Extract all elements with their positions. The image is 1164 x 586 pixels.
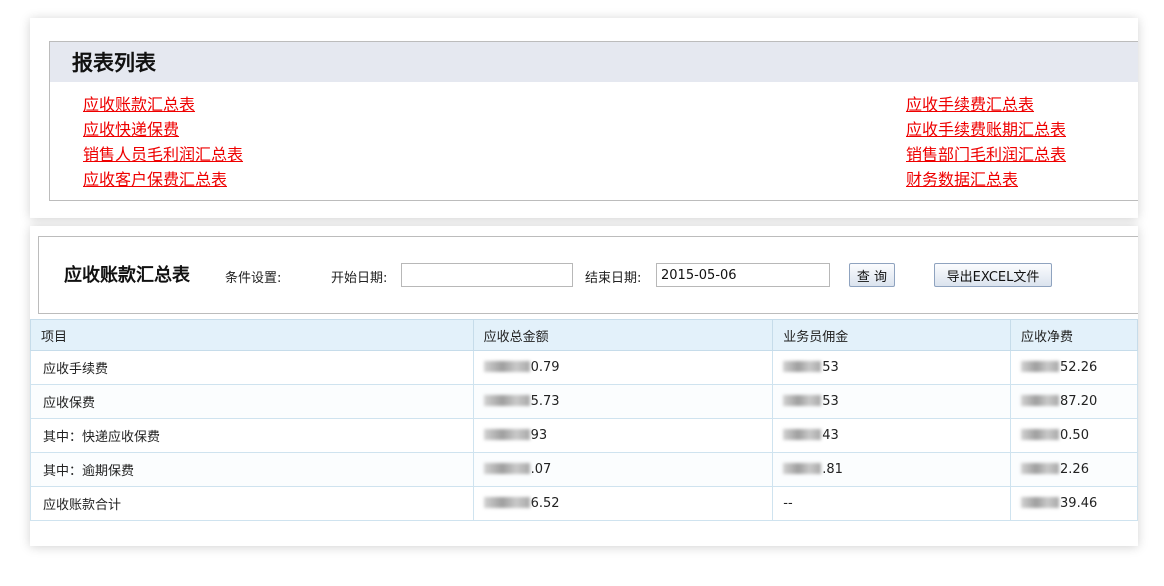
cell-total-value: 5.73 bbox=[530, 394, 560, 409]
cell-net-value: 52.26 bbox=[1060, 360, 1098, 375]
cell-net-value: 87.20 bbox=[1060, 394, 1098, 409]
cell-commission: -- bbox=[772, 486, 1012, 521]
cell-net: 39.46 bbox=[1010, 486, 1138, 521]
redacted-mask bbox=[483, 429, 530, 440]
column-header-total: 应收总金额 bbox=[472, 319, 774, 351]
column-header-item: 项目 bbox=[30, 319, 474, 351]
table-row: 应收账款合计 6.52 -- 39.46 bbox=[30, 486, 1138, 521]
cell-commission-value: .81 bbox=[822, 462, 843, 477]
cell-total-value: 6.52 bbox=[530, 496, 560, 511]
link-express-premium[interactable]: 应收快递保费 bbox=[83, 117, 243, 142]
cell-net: 52.26 bbox=[1010, 350, 1138, 385]
link-customer-premium[interactable]: 应收客户保费汇总表 bbox=[83, 167, 243, 192]
cell-total: .07 bbox=[472, 452, 774, 487]
filter-panel: 应收账款汇总表 条件设置: 开始日期: 结束日期: 查 询 导出EXCEL文件 bbox=[38, 236, 1138, 314]
report-links-right: 应收手续费汇总表 应收手续费账期汇总表 销售部门毛利润汇总表 财务数据汇总表 bbox=[906, 92, 1066, 192]
cell-total: 6.52 bbox=[472, 486, 774, 521]
column-header-commission: 业务员佣金 bbox=[772, 319, 1012, 351]
report-list-title: 报表列表 bbox=[72, 51, 156, 75]
table-header-row: 项目 应收总金额 业务员佣金 应收净费 bbox=[30, 319, 1138, 351]
cell-item: 其中：快递应收保费 bbox=[30, 418, 474, 453]
cell-item: 应收账款合计 bbox=[30, 486, 474, 521]
redacted-mask bbox=[483, 361, 530, 372]
cell-commission: 43 bbox=[772, 418, 1012, 453]
redacted-mask bbox=[483, 463, 530, 474]
cell-total: 0.79 bbox=[472, 350, 774, 385]
receivables-table: 项目 应收总金额 业务员佣金 应收净费 应收手续费 0.79 53 52.26 … bbox=[30, 319, 1138, 521]
cell-net: 2.26 bbox=[1010, 452, 1138, 487]
cell-total: 93 bbox=[472, 418, 774, 453]
redacted-mask bbox=[783, 395, 822, 406]
query-button[interactable]: 查 询 bbox=[849, 263, 895, 287]
cell-net-value: 39.46 bbox=[1060, 496, 1098, 511]
cell-total-value: 0.79 bbox=[530, 360, 560, 375]
redacted-mask bbox=[783, 429, 822, 440]
link-fee-summary[interactable]: 应收手续费汇总表 bbox=[906, 92, 1066, 117]
end-date-input[interactable] bbox=[656, 263, 830, 287]
redacted-mask bbox=[1021, 463, 1060, 474]
link-fee-period-summary[interactable]: 应收手续费账期汇总表 bbox=[906, 117, 1066, 142]
cell-net: 87.20 bbox=[1010, 384, 1138, 419]
report-list-header: 报表列表 bbox=[50, 42, 1138, 82]
cell-total-value: 93 bbox=[530, 428, 548, 443]
cell-net: 0.50 bbox=[1010, 418, 1138, 453]
link-receivables-summary[interactable]: 应收账款汇总表 bbox=[83, 92, 243, 117]
report-list-card: 报表列表 应收账款汇总表 应收快递保费 销售人员毛利润汇总表 应收客户保费汇总表… bbox=[30, 18, 1138, 218]
column-header-net: 应收净费 bbox=[1010, 319, 1138, 351]
link-finance-data[interactable]: 财务数据汇总表 bbox=[906, 167, 1066, 192]
cell-net-value: 0.50 bbox=[1060, 428, 1089, 443]
redacted-mask bbox=[483, 395, 530, 406]
redacted-mask bbox=[1021, 497, 1060, 508]
report-list-panel: 报表列表 应收账款汇总表 应收快递保费 销售人员毛利润汇总表 应收客户保费汇总表… bbox=[49, 41, 1138, 201]
redacted-mask bbox=[783, 463, 822, 474]
report-links-left: 应收账款汇总表 应收快递保费 销售人员毛利润汇总表 应收客户保费汇总表 bbox=[83, 92, 243, 192]
cell-commission-value: 53 bbox=[822, 360, 839, 375]
cell-total-value: .07 bbox=[530, 462, 552, 477]
condition-label: 条件设置: bbox=[225, 271, 282, 286]
cell-total: 5.73 bbox=[472, 384, 774, 419]
redacted-mask bbox=[1021, 429, 1060, 440]
link-salesperson-profit[interactable]: 销售人员毛利润汇总表 bbox=[83, 142, 243, 167]
table-row: 应收保费 5.73 53 87.20 bbox=[30, 384, 1138, 419]
link-department-profit[interactable]: 销售部门毛利润汇总表 bbox=[906, 142, 1066, 167]
export-excel-button[interactable]: 导出EXCEL文件 bbox=[934, 263, 1052, 287]
cell-commission: 53 bbox=[772, 350, 1012, 385]
cell-item: 应收保费 bbox=[30, 384, 474, 419]
report-title: 应收账款汇总表 bbox=[64, 265, 190, 286]
cell-commission-value: 53 bbox=[822, 394, 839, 409]
table-row: 其中：快递应收保费 93 43 0.50 bbox=[30, 418, 1138, 453]
table-row: 其中：逾期保费 .07 .81 2.26 bbox=[30, 452, 1138, 487]
cell-commission: .81 bbox=[772, 452, 1012, 487]
cell-item: 应收手续费 bbox=[30, 350, 474, 385]
receivables-report-card: 应收账款汇总表 条件设置: 开始日期: 结束日期: 查 询 导出EXCEL文件 … bbox=[30, 226, 1138, 546]
cell-commission: 53 bbox=[772, 384, 1012, 419]
end-date-label: 结束日期: bbox=[585, 271, 642, 286]
start-date-input[interactable] bbox=[401, 263, 573, 287]
redacted-mask bbox=[1021, 361, 1060, 372]
cell-item: 其中：逾期保费 bbox=[30, 452, 474, 487]
redacted-mask bbox=[1021, 395, 1060, 406]
cell-commission-value: 43 bbox=[822, 428, 839, 443]
table-row: 应收手续费 0.79 53 52.26 bbox=[30, 350, 1138, 385]
start-date-label: 开始日期: bbox=[331, 271, 388, 286]
cell-net-value: 2.26 bbox=[1060, 462, 1089, 477]
redacted-mask bbox=[483, 497, 530, 508]
redacted-mask bbox=[783, 361, 822, 372]
